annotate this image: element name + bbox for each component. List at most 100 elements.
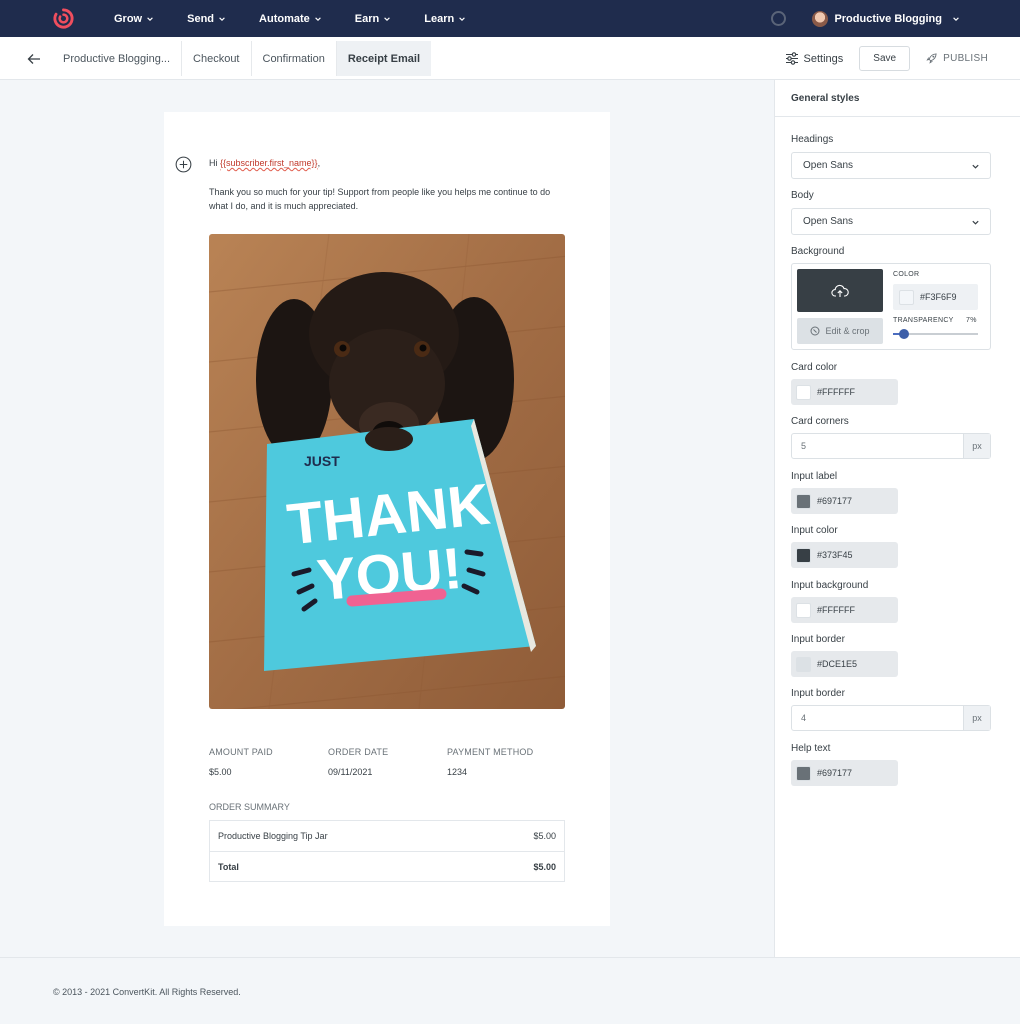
table-row: Productive Blogging Tip Jar $5.00 xyxy=(210,821,564,851)
transparency-value: 7% xyxy=(966,317,977,324)
headings-label: Headings xyxy=(791,134,834,145)
subscriber-first-name-variable: {{subscriber.first_name}} xyxy=(220,158,318,168)
card-corners-field: px xyxy=(791,433,991,459)
page-footer: © 2013 - 2021 ConvertKit. All Rights Res… xyxy=(0,957,1020,1024)
help-text-swatch xyxy=(796,765,811,781)
input-border-width-label: Input border xyxy=(791,688,845,699)
greeting-suffix: , xyxy=(317,158,321,168)
chevron-down-icon xyxy=(972,164,979,169)
input-color-field[interactable]: #373F45 xyxy=(791,542,898,568)
sliders-icon xyxy=(785,52,798,65)
cloud-upload-icon xyxy=(831,284,849,297)
publish-label: PUBLISH xyxy=(943,53,988,64)
chevron-down-icon[interactable] xyxy=(952,15,960,23)
top-navigation: Grow Send Automate Earn Learn Productive… xyxy=(0,0,1020,37)
nav-automate[interactable]: Automate xyxy=(259,13,322,25)
input-border-color-label: Input border xyxy=(791,634,845,645)
input-border-width-unit: px xyxy=(963,706,990,730)
settings-label: Settings xyxy=(803,52,844,65)
order-date-label: ORDER DATE xyxy=(328,747,389,757)
nav-learn[interactable]: Learn xyxy=(424,13,466,25)
order-total-label: Total xyxy=(218,861,239,872)
toolbar-actions: Settings Save PUBLISH xyxy=(785,46,988,71)
nav-earn[interactable]: Earn xyxy=(355,13,391,25)
body-font-value: Open Sans xyxy=(803,216,854,227)
general-styles-panel: General styles Headings Open Sans Body O… xyxy=(774,80,1020,957)
tab-receipt-email[interactable]: Receipt Email xyxy=(336,41,431,76)
rocket-icon xyxy=(926,53,937,64)
copyright-text: © 2013 - 2021 ConvertKit. All Rights Res… xyxy=(53,987,241,997)
color-label: COLOR xyxy=(893,271,920,278)
add-block-plus-icon[interactable] xyxy=(175,156,192,173)
back-button[interactable] xyxy=(24,49,44,69)
publish-button[interactable]: PUBLISH xyxy=(926,53,988,64)
order-item-name: Productive Blogging Tip Jar xyxy=(218,831,328,841)
account-area: Productive Blogging xyxy=(771,0,960,37)
input-border-width-field: px xyxy=(791,705,991,731)
background-settings: Edit & crop COLOR #F3F6F9 TRANSPARENCY 7… xyxy=(791,263,991,350)
chevron-down-icon xyxy=(147,16,153,21)
convertkit-logo-icon[interactable] xyxy=(52,7,75,30)
input-label-color-field[interactable]: #697177 xyxy=(791,488,898,514)
headings-font-value: Open Sans xyxy=(803,160,854,171)
save-button[interactable]: Save xyxy=(859,46,911,71)
card-color-swatch xyxy=(796,384,811,400)
settings-button[interactable]: Settings xyxy=(785,52,844,65)
input-label-color-value: #697177 xyxy=(817,496,853,506)
input-border-color-value: #DCE1E5 xyxy=(817,659,858,669)
chevron-down-icon xyxy=(459,16,465,21)
input-color-value: #373F45 xyxy=(817,550,853,560)
input-border-swatch xyxy=(796,656,811,672)
input-background-value: #FFFFFF xyxy=(817,605,855,615)
card-color-value: #FFFFFF xyxy=(817,387,855,397)
table-row-total: Total $5.00 xyxy=(210,851,564,881)
card-corners-input[interactable] xyxy=(792,434,963,458)
input-color-label: Input color xyxy=(791,525,838,536)
avatar[interactable] xyxy=(812,10,829,27)
input-color-swatch xyxy=(796,547,811,563)
input-label-label: Input label xyxy=(791,471,838,482)
headings-font-select[interactable]: Open Sans xyxy=(791,152,991,179)
payment-method-label: PAYMENT METHOD xyxy=(447,747,534,757)
help-text-color-value: #697177 xyxy=(817,768,853,778)
dog-holding-card-illustration: JUST THANK YOU! xyxy=(209,234,565,709)
card-color-field[interactable]: #FFFFFF xyxy=(791,379,898,405)
main-menu: Grow Send Automate Earn Learn xyxy=(114,0,499,37)
amount-paid-label: AMOUNT PAID xyxy=(209,747,273,757)
transparency-slider[interactable] xyxy=(893,329,978,339)
body-font-select[interactable]: Open Sans xyxy=(791,208,991,235)
edit-crop-button[interactable]: Edit & crop xyxy=(797,318,883,344)
edit-crop-label: Edit & crop xyxy=(825,326,870,336)
order-summary-table: Productive Blogging Tip Jar $5.00 Total … xyxy=(209,820,565,882)
background-color-field[interactable]: #F3F6F9 xyxy=(893,284,978,310)
nav-send-label: Send xyxy=(187,12,215,25)
background-color-value: #F3F6F9 xyxy=(920,292,957,302)
order-summary-heading: ORDER SUMMARY xyxy=(209,802,290,812)
tab-product[interactable]: Productive Blogging... xyxy=(52,41,183,76)
amount-paid-value: $5.00 xyxy=(209,767,232,777)
help-text-color-field[interactable]: #697177 xyxy=(791,760,898,786)
card-small-text: JUST xyxy=(304,453,340,469)
tab-confirmation[interactable]: Confirmation xyxy=(252,41,337,76)
nav-send[interactable]: Send xyxy=(187,13,226,25)
account-name[interactable]: Productive Blogging xyxy=(834,13,942,25)
upload-background-button[interactable] xyxy=(797,269,883,312)
email-body-text[interactable]: Thank you so much for your tip! Support … xyxy=(209,185,569,213)
tab-checkout[interactable]: Checkout xyxy=(182,41,252,76)
nav-grow-label: Grow xyxy=(114,12,143,25)
input-background-field[interactable]: #FFFFFF xyxy=(791,597,898,623)
order-total-price: $5.00 xyxy=(533,861,556,872)
chevron-down-icon xyxy=(219,16,225,21)
transparency-slider-thumb[interactable] xyxy=(898,329,909,339)
email-greeting[interactable]: Hi {{subscriber.first_name}}, xyxy=(209,158,320,168)
chevron-down-icon xyxy=(972,220,979,225)
chevron-down-icon xyxy=(384,16,391,21)
input-border-color-field[interactable]: #DCE1E5 xyxy=(791,651,898,677)
crop-icon xyxy=(810,326,820,336)
thank-you-dog-image[interactable]: JUST THANK YOU! xyxy=(209,234,565,709)
input-border-width-input[interactable] xyxy=(792,706,963,730)
transparency-label: TRANSPARENCY xyxy=(893,317,954,324)
help-text-label: Help text xyxy=(791,743,831,754)
nav-automate-label: Automate xyxy=(259,12,310,25)
nav-grow[interactable]: Grow xyxy=(114,13,154,25)
